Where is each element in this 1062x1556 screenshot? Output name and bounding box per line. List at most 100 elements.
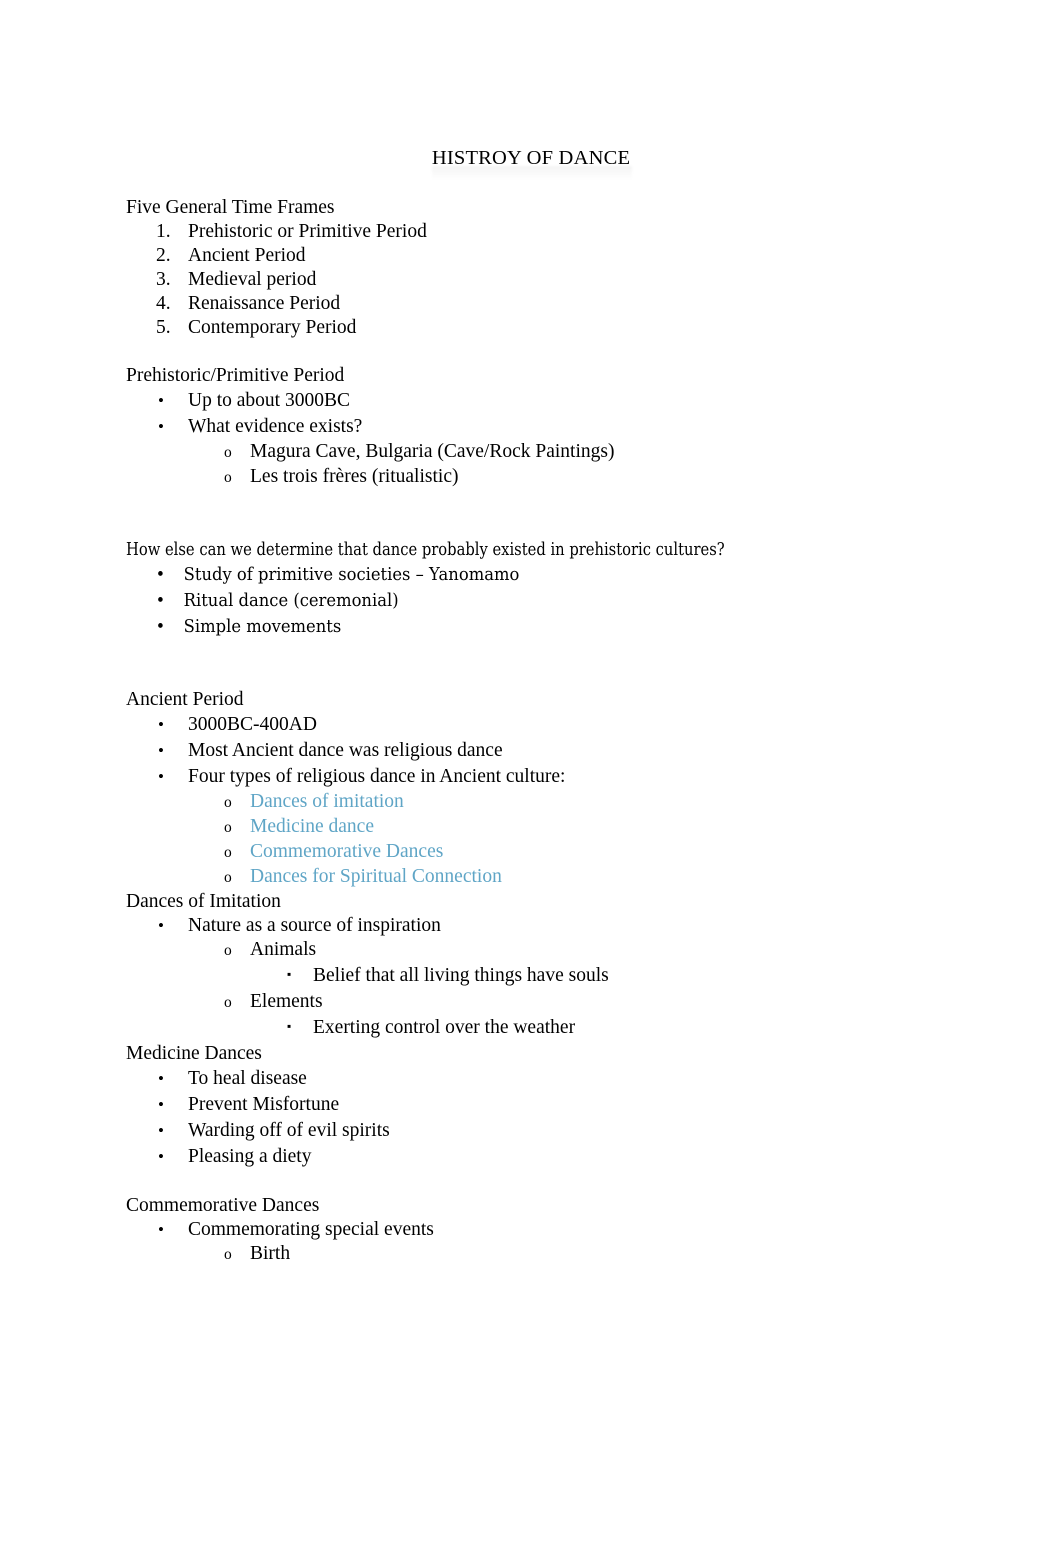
bullet-dot-icon: •: [158, 1220, 164, 1239]
list-marker-number: 2.: [156, 245, 171, 266]
list-item-label: Belief that all living things have souls: [313, 965, 609, 986]
heading-five-general-time-frames: Five General Time Frames: [126, 197, 335, 218]
bullet-dot-icon: •: [158, 741, 164, 760]
list-item-label: Renaissance Period: [188, 293, 341, 314]
list-item: 2. Ancient Period: [126, 244, 986, 268]
list-item-label: Exerting control over the weather: [313, 1017, 576, 1038]
link-medicine-dance[interactable]: Medicine dance: [250, 815, 374, 839]
heading-dances-of-imitation: Dances of Imitation: [126, 891, 281, 912]
list-item-label: Warding off of evil spirits: [188, 1120, 390, 1141]
bullet-dot-icon: •: [155, 591, 166, 611]
bullet-dot-icon: •: [158, 417, 164, 436]
bullet-dot-icon: •: [158, 1121, 164, 1140]
bullet-square-icon: ▪: [287, 1019, 292, 1033]
list-item-label: Ritual dance (ceremonial): [183, 591, 399, 611]
bullet-square-icon: ▪: [287, 967, 292, 981]
list-item: o Birth: [126, 1242, 986, 1267]
list-item-link[interactable]: o Dances for Spiritual Connection: [126, 865, 986, 890]
list-item: ▪ Belief that all living things have sou…: [126, 963, 986, 990]
heading-prehistoric-primitive-period: Prehistoric/Primitive Period: [126, 365, 345, 386]
list-item: • What evidence exists?: [126, 414, 986, 440]
list-item: • Nature as a source of inspiration: [126, 914, 986, 938]
list-item-label: Elements: [250, 991, 323, 1012]
list-item: 4. Renaissance Period: [126, 292, 986, 316]
list-item-label: Birth: [250, 1243, 291, 1264]
bullet-dot-icon: •: [158, 916, 164, 935]
list-item-label: Animals: [250, 939, 317, 960]
list-item-label: Medieval period: [188, 269, 317, 290]
list-item-label: Most Ancient dance was religious dance: [188, 740, 503, 761]
list-item: 1. Prehistoric or Primitive Period: [126, 220, 986, 244]
list-item: • Warding off of evil spirits: [126, 1118, 986, 1144]
heading-commemorative-dances: Commemorative Dances: [126, 1195, 320, 1216]
page-title: HISTROY OF DANCE: [0, 146, 1062, 171]
list-item-label: Ancient Period: [188, 245, 306, 266]
list-item-link[interactable]: o Commemorative Dances: [126, 840, 986, 865]
list-item: 3. Medieval period: [126, 268, 986, 292]
list-item-label: To heal disease: [188, 1068, 307, 1089]
list-item: • To heal disease: [126, 1066, 986, 1092]
list-item-label: Study of primitive societies – Yanomamo: [183, 565, 520, 585]
list-marker-number: 4.: [156, 293, 171, 314]
bullet-dot-icon: •: [155, 565, 166, 585]
list-item-label: Contemporary Period: [188, 317, 357, 338]
list-item: • 3000BC-400AD: [126, 712, 986, 738]
bullet-circle-icon: o: [224, 1246, 232, 1263]
list-marker-number: 5.: [156, 317, 171, 338]
bullet-circle-icon: o: [224, 469, 232, 486]
list-item-label: Simple movements: [183, 617, 342, 637]
list-item: • Up to about 3000BC: [126, 388, 986, 414]
list-item-label: Les trois frères (ritualistic): [250, 466, 459, 487]
bullet-circle-icon: o: [224, 942, 232, 959]
bullet-dot-icon: •: [158, 767, 164, 786]
list-item-label: Commemorating special events: [188, 1219, 434, 1240]
list-item: o Elements: [126, 990, 986, 1015]
heading-medicine-dances: Medicine Dances: [126, 1043, 262, 1064]
list-item: • Pleasing a diety: [126, 1144, 986, 1170]
bullet-circle-icon: o: [224, 844, 232, 861]
list-item: • Simple movements: [126, 614, 926, 640]
bullet-circle-icon: o: [224, 869, 232, 886]
link-dances-for-spiritual-connection[interactable]: Dances for Spiritual Connection: [250, 865, 502, 889]
heading-ancient-period: Ancient Period: [126, 689, 244, 710]
bullet-circle-icon: o: [224, 794, 232, 811]
list-item-link[interactable]: o Dances of imitation: [126, 790, 986, 815]
list-item-label: Up to about 3000BC: [188, 390, 350, 411]
bullet-dot-icon: •: [158, 1069, 164, 1088]
bullet-circle-icon: o: [224, 819, 232, 836]
list-item: • Commemorating special events: [126, 1218, 986, 1242]
bullet-dot-icon: •: [158, 1095, 164, 1114]
list-item: • Study of primitive societies – Yanomam…: [126, 562, 926, 588]
document-page: HISTROY OF DANCE Five General Time Frame…: [0, 0, 1062, 1556]
list-item-label: Nature as a source of inspiration: [188, 915, 441, 936]
list-item-link[interactable]: o Medicine dance: [126, 815, 986, 840]
list-item-label: Prevent Misfortune: [188, 1094, 340, 1115]
page-title-text: HISTROY OF DANCE: [431, 147, 631, 169]
link-dances-of-imitation[interactable]: Dances of imitation: [250, 790, 404, 814]
heading-how-else-determine: How else can we determine that dance pro…: [126, 540, 725, 560]
list-item: 5. Contemporary Period: [126, 316, 986, 340]
list-item-label: Pleasing a diety: [188, 1146, 312, 1167]
list-marker-number: 1.: [156, 221, 171, 242]
bullet-circle-icon: o: [224, 994, 232, 1011]
list-item-label: Four types of religious dance in Ancient…: [188, 766, 566, 787]
bullet-dot-icon: •: [158, 715, 164, 734]
list-item: • Prevent Misfortune: [126, 1092, 986, 1118]
list-item-label: 3000BC-400AD: [188, 714, 317, 735]
bullet-dot-icon: •: [158, 1147, 164, 1166]
list-item: o Magura Cave, Bulgaria (Cave/Rock Paint…: [126, 440, 986, 465]
link-commemorative-dances[interactable]: Commemorative Dances: [250, 840, 443, 864]
document-body: Five General Time Frames 1. Prehistoric …: [126, 196, 986, 1267]
list-item: ▪ Exerting control over the weather: [126, 1015, 986, 1042]
list-item: • Ritual dance (ceremonial): [126, 588, 926, 614]
bullet-dot-icon: •: [155, 617, 166, 637]
list-marker-number: 3.: [156, 269, 171, 290]
list-item-label: What evidence exists?: [188, 416, 363, 437]
list-item: • Most Ancient dance was religious dance: [126, 738, 986, 764]
bullet-dot-icon: •: [158, 391, 164, 410]
